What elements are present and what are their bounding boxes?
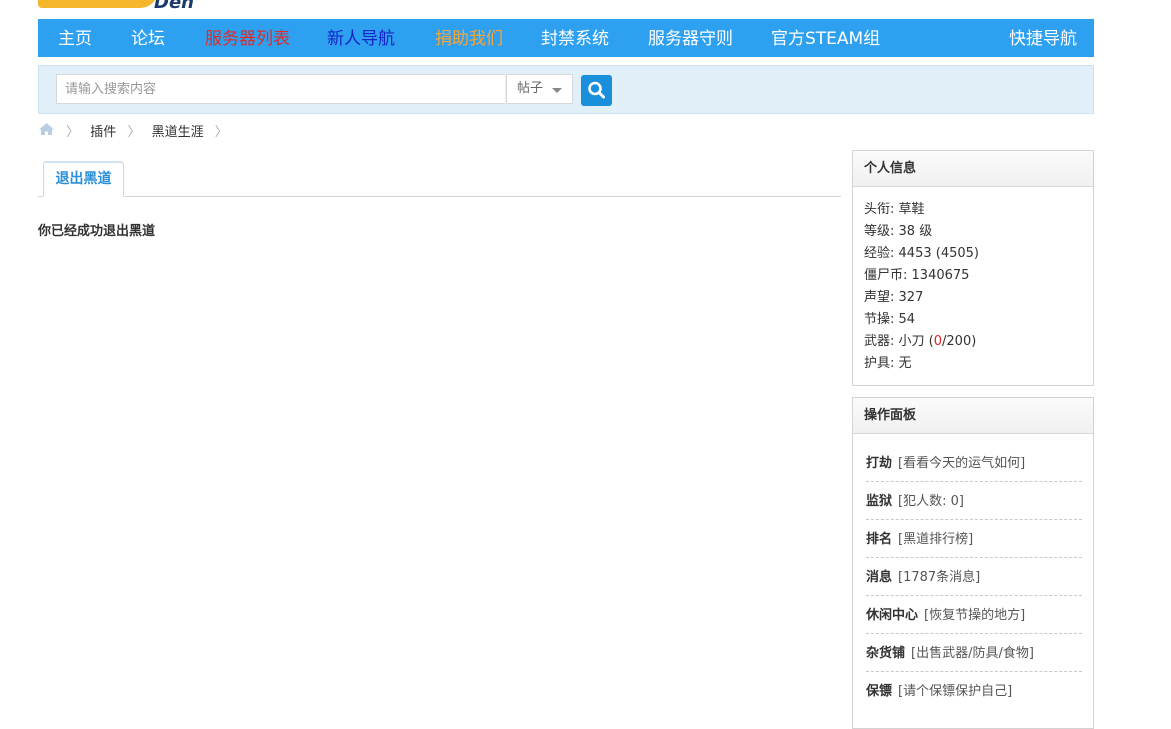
- status-message: 你已经成功退出黑道: [38, 224, 156, 239]
- op-item-bodyguard[interactable]: 保镖 [请个保镖保护自己]: [866, 672, 1082, 710]
- logo-graphic: [38, 0, 158, 8]
- tab-exit-gang[interactable]: 退出黑道: [43, 161, 124, 197]
- operations-list: 打劫 [看看今天的运气如何] 监狱 [犯人数: 0] 排名 [黑道排行榜] 消息 [17…: [853, 434, 1093, 710]
- search-input[interactable]: 请输入搜索内容: [56, 74, 505, 104]
- nav-item-server-rules[interactable]: 服务器守则: [648, 19, 733, 59]
- profile-row-weapon: 武器: 小刀 (0/200): [864, 334, 977, 349]
- nav-item-forum[interactable]: 论坛: [131, 19, 165, 59]
- op-item-prison[interactable]: 监狱 [犯人数: 0]: [866, 482, 1082, 520]
- site-logo[interactable]: Den: [38, 0, 238, 19]
- nav-item-ban-system[interactable]: 封禁系统: [541, 19, 609, 59]
- op-item-general-store[interactable]: 杂货铺 [出售武器/防具/食物]: [866, 634, 1082, 672]
- search-bar: 请输入搜索内容 帖子: [38, 65, 1094, 114]
- profile-panel: 个人信息 头衔: 草鞋 等级: 38 级 经验: 4453 (4505) 僵尸币…: [852, 150, 1094, 386]
- logo-text: Den: [154, 0, 194, 13]
- nav-item-home[interactable]: 主页: [58, 19, 92, 59]
- breadcrumb-separator: 〉: [214, 124, 228, 140]
- profile-row-title: 头衔: 草鞋: [864, 202, 925, 217]
- tab-divider: [38, 196, 841, 197]
- breadcrumb-separator: 〉: [127, 124, 141, 140]
- breadcrumb: 〉 插件 〉 黑道生涯 〉: [38, 122, 235, 142]
- search-type-select[interactable]: 帖子: [506, 74, 573, 104]
- nav-item-steam-group[interactable]: 官方STEAM组: [771, 19, 880, 59]
- search-icon: [588, 81, 605, 99]
- profile-row-zombie-coins: 僵尸币: 1340675: [864, 268, 970, 283]
- operations-panel-title: 操作面板: [853, 398, 1093, 434]
- profile-row-integrity: 节操: 54: [864, 312, 916, 327]
- op-item-messages[interactable]: 消息 [1787条消息]: [866, 558, 1082, 596]
- profile-row-level: 等级: 38 级: [864, 224, 933, 239]
- main-nav: 主页 论坛 服务器列表 新人导航 捐助我们 封禁系统 服务器守则 官方STEAM…: [38, 19, 1094, 57]
- profile-info-list: 头衔: 草鞋 等级: 38 级 经验: 4453 (4505) 僵尸币: 134…: [853, 187, 1093, 375]
- operations-panel: 操作面板 打劫 [看看今天的运气如何] 监狱 [犯人数: 0] 排名 [黑道排行榜] …: [852, 397, 1094, 729]
- profile-row-experience: 经验: 4453 (4505): [864, 246, 979, 261]
- profile-row-reputation: 声望: 327: [864, 290, 924, 305]
- op-item-rob[interactable]: 打劫 [看看今天的运气如何]: [866, 444, 1082, 482]
- home-icon[interactable]: [38, 122, 55, 143]
- nav-item-donate[interactable]: 捐助我们: [435, 19, 503, 59]
- op-item-leisure-center[interactable]: 休闲中心 [恢复节操的地方]: [866, 596, 1082, 634]
- breadcrumb-item-gang-career[interactable]: 黑道生涯: [152, 123, 204, 143]
- breadcrumb-item-plugins[interactable]: 插件: [90, 123, 116, 143]
- nav-item-newbie-guide[interactable]: 新人导航: [327, 19, 395, 59]
- search-button[interactable]: [581, 75, 612, 106]
- profile-panel-title: 个人信息: [853, 151, 1093, 187]
- profile-row-armor: 护具: 无: [864, 356, 912, 371]
- op-item-ranking[interactable]: 排名 [黑道排行榜]: [866, 520, 1082, 558]
- chevron-down-icon: [552, 88, 562, 93]
- nav-item-server-list[interactable]: 服务器列表: [205, 19, 290, 59]
- breadcrumb-separator: 〉: [66, 124, 80, 140]
- nav-item-quick-nav[interactable]: 快捷导航: [1009, 19, 1077, 59]
- search-type-value: 帖子: [517, 81, 544, 96]
